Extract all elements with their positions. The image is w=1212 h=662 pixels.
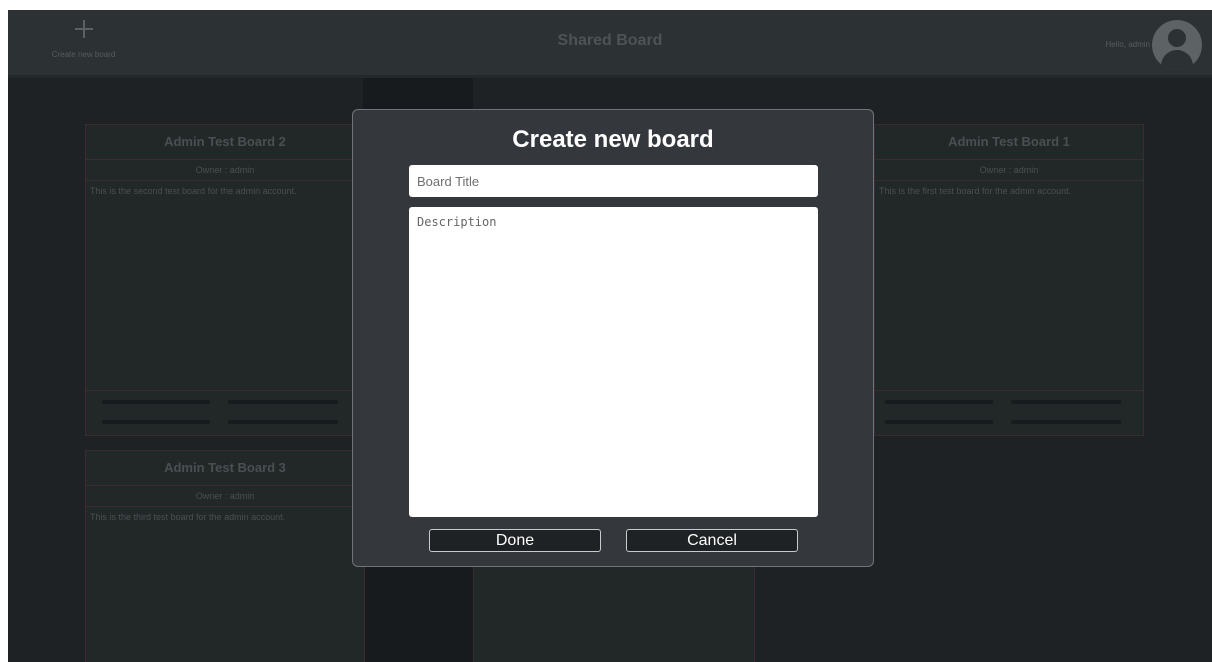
dialog-title: Create new board bbox=[512, 126, 714, 153]
avatar-body bbox=[1161, 50, 1193, 70]
board-footer-bar bbox=[102, 400, 210, 404]
board-description: This is the second test board for the ad… bbox=[90, 186, 297, 196]
board-card[interactable]: Admin Test Board 3 Owner : admin This is… bbox=[85, 450, 365, 662]
create-new-board-label: Create new board bbox=[51, 50, 116, 59]
board-title: Admin Test Board 1 bbox=[875, 125, 1143, 160]
cancel-button[interactable]: Cancel bbox=[626, 529, 798, 552]
board-title: Admin Test Board 3 bbox=[86, 451, 364, 486]
board-description: This is the third test board for the adm… bbox=[90, 512, 286, 522]
board-owner: Owner : admin bbox=[86, 486, 364, 507]
user-greeting: Hello, admin bbox=[1105, 40, 1150, 49]
header: Create new board Shared Board Hello, adm… bbox=[8, 10, 1212, 78]
board-title-input[interactable] bbox=[409, 165, 818, 197]
description-input[interactable] bbox=[409, 207, 818, 517]
done-button[interactable]: Done bbox=[429, 529, 601, 552]
avatar-icon[interactable] bbox=[1152, 20, 1202, 70]
board-footer-bar bbox=[1011, 400, 1121, 404]
board-card[interactable]: Admin Test Board 2 Owner : admin This is… bbox=[85, 124, 365, 436]
board-owner: Owner : admin bbox=[86, 160, 364, 181]
board-footer-bar bbox=[102, 420, 210, 424]
board-title: Admin Test Board 2 bbox=[86, 125, 364, 160]
board-card[interactable]: Admin Test Board 1 Owner : admin This is… bbox=[874, 124, 1144, 436]
board-footer bbox=[875, 390, 1143, 435]
avatar-head bbox=[1168, 29, 1186, 47]
board-footer-bar bbox=[1011, 420, 1121, 424]
create-board-dialog: Create new board Done Cancel bbox=[352, 109, 874, 567]
board-footer-bar bbox=[885, 400, 993, 404]
board-owner: Owner : admin bbox=[875, 160, 1143, 181]
board-footer-bar bbox=[885, 420, 993, 424]
board-footer-bar bbox=[228, 400, 338, 404]
page-title: Shared Board bbox=[557, 32, 663, 49]
board-description: This is the first test board for the adm… bbox=[879, 186, 1072, 196]
board-footer bbox=[86, 390, 364, 435]
board-footer-bar bbox=[228, 420, 338, 424]
